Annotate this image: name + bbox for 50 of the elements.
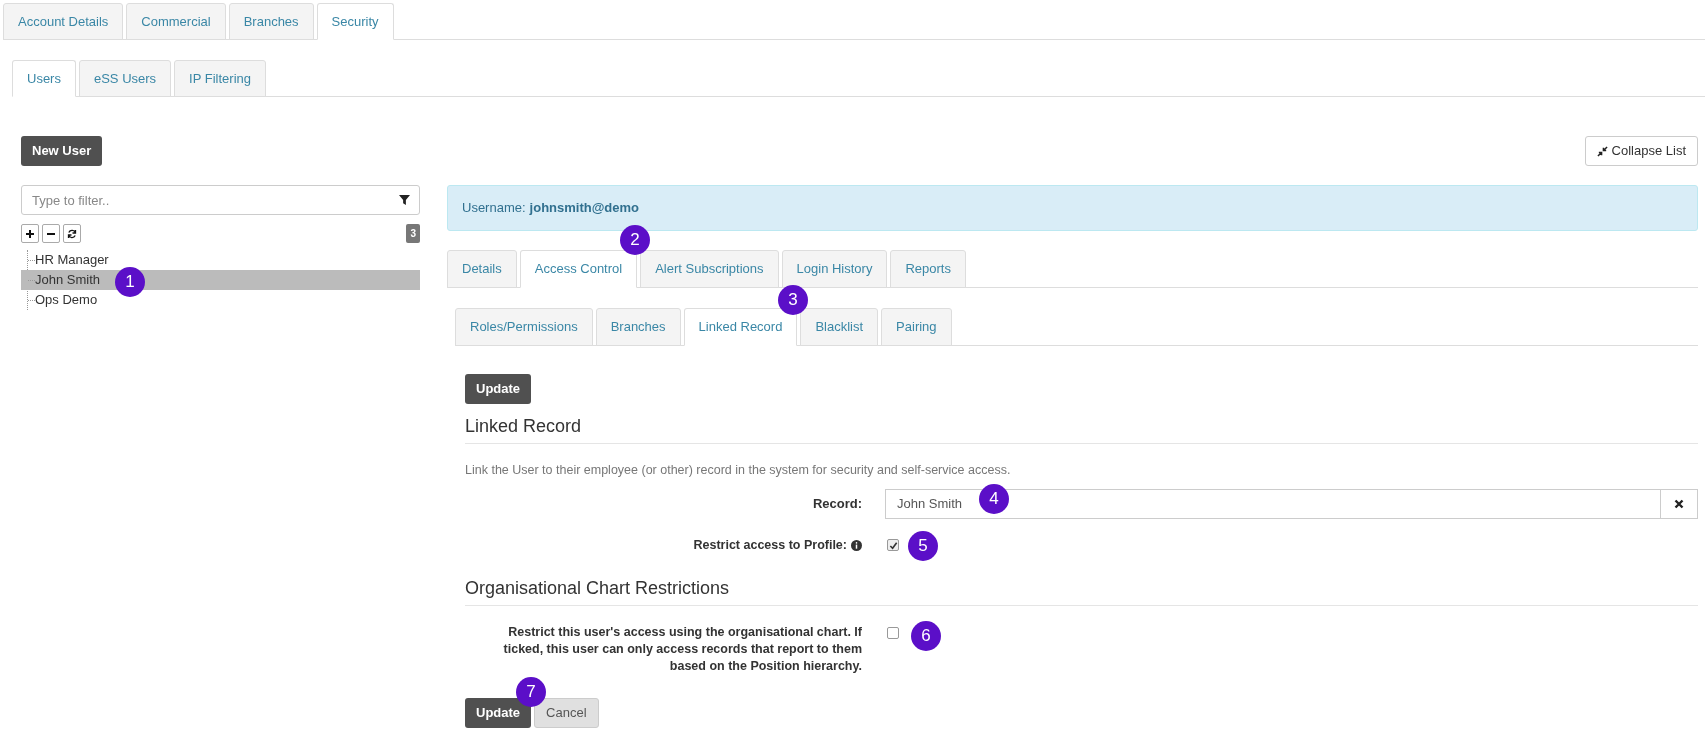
plus-icon: [25, 228, 35, 239]
collapse-all-button[interactable]: [42, 224, 60, 243]
description-text: Link the User to their employee (or other) record in the system for security and self-service access.: [465, 462, 1012, 479]
checkbox[interactable]: [887, 626, 899, 639]
tab[interactable]: Roles/Permissions: [455, 308, 593, 346]
callout-marker: 1: [115, 267, 145, 297]
update-button[interactable]: Update: [465, 697, 532, 728]
org-chart-label: Restrict this user's access using the organisational chart. If ticked, this user can only access records that report to them based on the Position hierarchy.: [502, 623, 862, 675]
tab[interactable]: Linked Record: [683, 308, 798, 346]
filter-field[interactable]: Type to filter..: [21, 185, 420, 215]
tab[interactable]: Commercial: [126, 3, 226, 40]
tab[interactable]: Users: [12, 60, 76, 97]
callout-marker: 7: [516, 677, 546, 707]
username-label: Username:: [462, 199, 526, 218]
tab[interactable]: Account Details: [3, 3, 124, 40]
tab[interactable]: eSS Users: [78, 60, 172, 97]
section-heading: Organisational Chart Restrictions: [465, 574, 1698, 606]
info-icon: [851, 539, 862, 551]
restrict-profile-label: Restrict access to Profile:: [693, 536, 847, 554]
tab[interactable]: Details: [447, 250, 517, 288]
checkbox[interactable]: [887, 539, 899, 552]
tab[interactable]: Branches: [228, 3, 314, 40]
update-button[interactable]: Update: [465, 374, 532, 404]
count-badge: 3: [406, 224, 420, 243]
tab[interactable]: Alert Subscriptions: [640, 250, 779, 288]
new-user-button[interactable]: New User: [21, 136, 103, 166]
refresh-icon: [67, 228, 77, 239]
tab[interactable]: Branches: [595, 308, 681, 346]
record-label: Record:: [811, 495, 862, 513]
callout-marker: 4: [979, 484, 1009, 514]
clear-button[interactable]: [1661, 488, 1698, 519]
section-heading: Linked Record: [465, 413, 1698, 444]
tab[interactable]: IP Filtering: [174, 60, 266, 97]
tab[interactable]: Login History: [781, 250, 888, 288]
tab[interactable]: Security: [316, 3, 394, 40]
expand-all-button[interactable]: [21, 224, 39, 243]
filter-icon: [399, 195, 410, 206]
collapse-list-button[interactable]: Collapse List: [1584, 136, 1698, 166]
tree-item[interactable]: HR Manager: [21, 250, 420, 270]
collapse-arrows-icon: [1596, 145, 1608, 157]
close-icon: [1674, 498, 1684, 509]
refresh-button[interactable]: [63, 224, 81, 243]
callout-marker: 5: [908, 531, 938, 561]
callout-marker: 6: [911, 621, 941, 651]
tab[interactable]: Pairing: [881, 308, 952, 346]
tab[interactable]: Blacklist: [800, 308, 879, 346]
cancel-button[interactable]: Cancel: [534, 697, 599, 728]
tab[interactable]: Reports: [890, 250, 966, 288]
tab[interactable]: Access Control: [519, 250, 638, 288]
username-value: johnsmith@demo: [529, 199, 640, 218]
